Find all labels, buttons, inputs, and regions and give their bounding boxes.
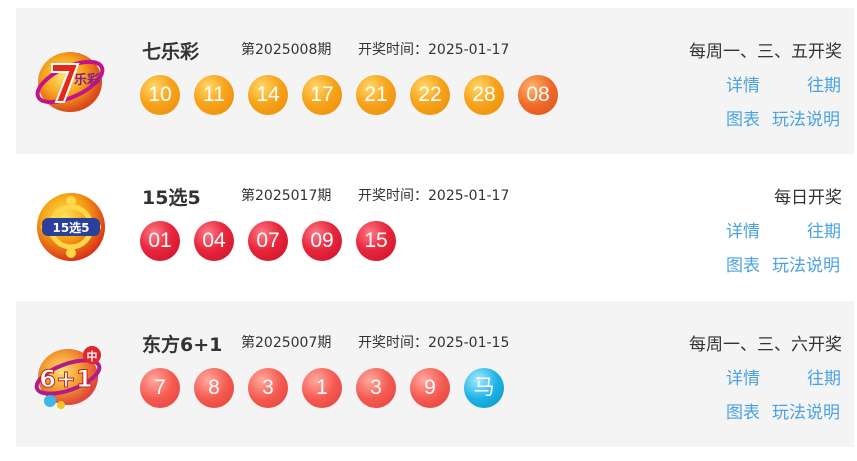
number-ball: 11: [194, 75, 234, 115]
issue-number: 第2025007期: [241, 335, 332, 351]
number-ball: 21: [356, 75, 396, 115]
15xuan5-logo-text: 15选5: [52, 220, 89, 235]
winning-numbers: 01 04 07 09 15: [140, 221, 410, 261]
lottery-row-15xuan5: 15选5 15选5 第2025017期 开奖时间：2025-01-17 01 0…: [16, 154, 854, 300]
dongfang61-logo-subtext: 中: [87, 349, 98, 363]
draw-time-label: 开奖时间：: [358, 42, 428, 58]
zodiac-ball: 马: [464, 368, 504, 408]
number-ball: 3: [356, 368, 396, 408]
draw-schedule: 每周一、三、六开奖: [689, 335, 842, 355]
number-ball: 7: [140, 368, 180, 408]
draw-schedule: 每日开奖: [774, 188, 842, 208]
draw-time-value: 2025-01-17: [428, 188, 510, 204]
number-ball: 04: [194, 221, 234, 261]
number-ball: 22: [410, 75, 450, 115]
number-ball: 09: [302, 221, 342, 261]
number-ball: 28: [464, 75, 504, 115]
number-ball: 9: [410, 368, 450, 408]
lottery-row-qilecai: 乐彩 七乐彩 第2025008期 开奖时间：2025-01-17 10 11 1…: [16, 8, 854, 154]
15xuan5-logo-icon: 15选5: [34, 188, 108, 266]
lottery-name: 七乐彩: [142, 41, 200, 63]
history-link[interactable]: 往期: [807, 364, 841, 389]
rules-link[interactable]: 玩法说明: [772, 398, 840, 423]
lottery-name: 东方6+1: [142, 334, 223, 356]
draw-time: 开奖时间：2025-01-17: [358, 39, 509, 59]
issue-number: 第2025017期: [241, 188, 332, 204]
number-ball: 8: [194, 368, 234, 408]
draw-time: 开奖时间：2025-01-17: [358, 185, 509, 205]
history-link[interactable]: 往期: [807, 217, 841, 242]
special-number-ball: 08: [518, 75, 558, 115]
draw-time-label: 开奖时间：: [358, 188, 428, 204]
draw-time: 开奖时间：2025-01-15: [358, 332, 509, 352]
draw-time-label: 开奖时间：: [358, 335, 428, 351]
number-ball: 14: [248, 75, 288, 115]
dongfang61-logo-text: 6+1: [39, 365, 93, 393]
detail-link[interactable]: 详情: [726, 217, 760, 242]
detail-link[interactable]: 详情: [726, 364, 760, 389]
number-ball: 15: [356, 221, 396, 261]
lottery-row-dongfang61: 6+1 中 东方6+1 第2025007期 开奖时间：2025-01-15 7 …: [16, 301, 854, 447]
draw-time-value: 2025-01-15: [428, 335, 510, 351]
lottery-name: 15选5: [142, 187, 201, 209]
dongfang61-logo-icon: 6+1 中: [34, 335, 108, 413]
chart-link[interactable]: 图表: [726, 105, 760, 130]
winning-numbers: 10 11 14 17 21 22 28 08: [140, 75, 572, 115]
number-ball: 01: [140, 221, 180, 261]
number-ball: 07: [248, 221, 288, 261]
number-ball: 1: [302, 368, 342, 408]
chart-link[interactable]: 图表: [726, 398, 760, 423]
history-link[interactable]: 往期: [807, 71, 841, 96]
number-ball: 17: [302, 75, 342, 115]
number-ball: 10: [140, 75, 180, 115]
qilecai-logo-text: 乐彩: [74, 72, 100, 88]
rules-link[interactable]: 玩法说明: [772, 105, 840, 130]
rules-link[interactable]: 玩法说明: [772, 251, 840, 276]
draw-schedule: 每周一、三、五开奖: [689, 42, 842, 62]
detail-link[interactable]: 详情: [726, 71, 760, 96]
issue-number: 第2025008期: [241, 42, 332, 58]
number-ball: 3: [248, 368, 288, 408]
winning-numbers: 7 8 3 1 3 9 马: [140, 368, 518, 408]
qilecai-logo-icon: 乐彩: [34, 42, 108, 120]
chart-link[interactable]: 图表: [726, 251, 760, 276]
draw-time-value: 2025-01-17: [428, 42, 510, 58]
